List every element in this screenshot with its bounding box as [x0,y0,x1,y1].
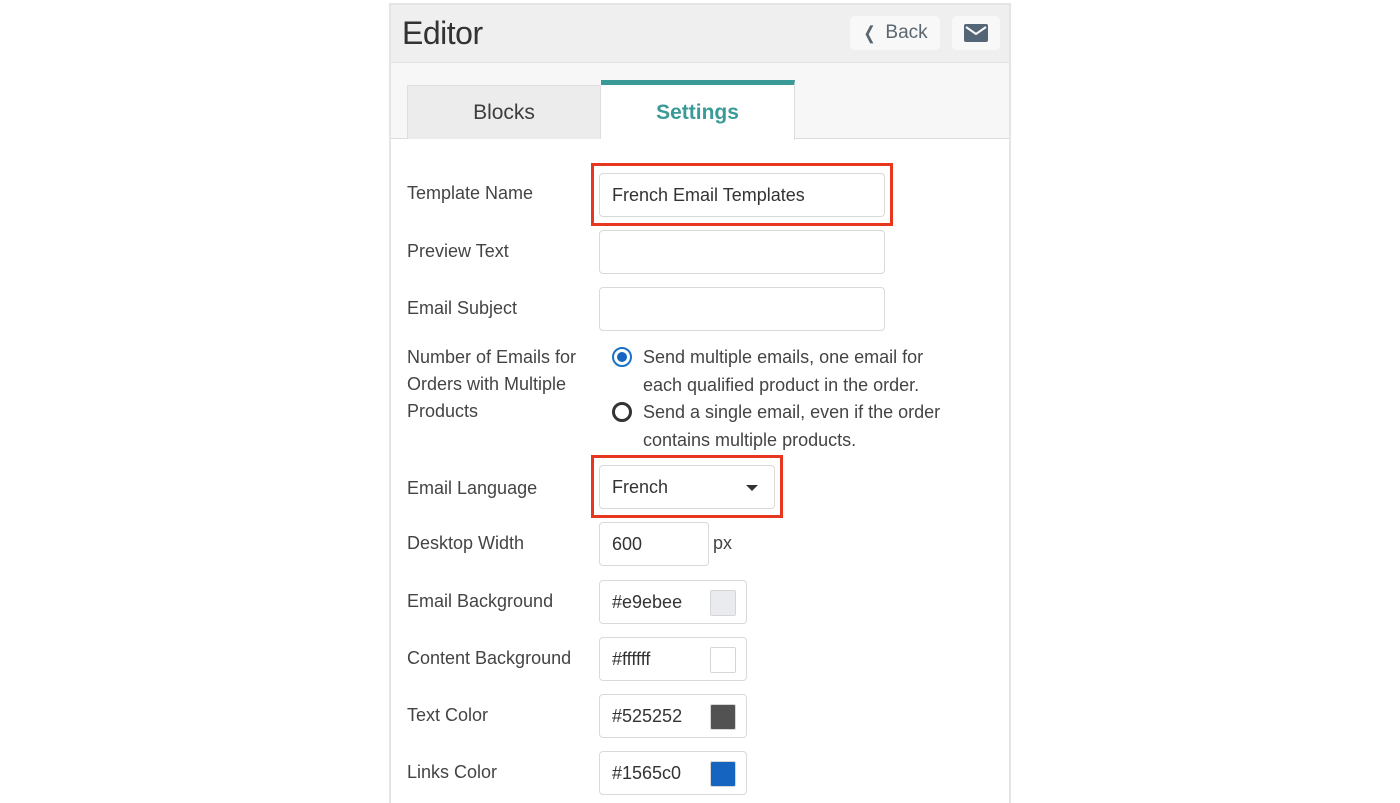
links-color-label: Links Color [407,762,498,782]
content-background-input[interactable]: #ffffff [599,637,747,681]
radio-unselected-icon[interactable] [612,402,632,422]
chevron-left-icon: ❮ [863,22,876,43]
email-button[interactable] [952,16,1000,50]
preview-text-input[interactable] [599,230,885,274]
editor-header: Editor ❮ Back [391,5,1009,63]
links-color-swatch[interactable] [710,761,736,787]
tab-blocks[interactable]: Blocks [407,85,601,139]
radio-selected-icon[interactable] [612,347,632,367]
email-language-select[interactable]: French [599,465,775,509]
radio-option-multiple[interactable]: Send multiple emails, one email for each… [611,344,983,399]
email-subject-label: Email Subject [407,298,518,318]
back-label: Back [885,22,928,43]
caret-down-icon [746,485,758,491]
email-language-label: Email Language [407,478,538,498]
desktop-width-label: Desktop Width [407,533,525,553]
page-title: Editor [402,15,483,51]
envelope-icon [964,24,988,42]
text-color-swatch[interactable] [710,704,736,730]
email-subject-input[interactable] [599,287,885,331]
desktop-width-input[interactable]: 600 [599,522,709,566]
tab-settings[interactable]: Settings [601,80,795,140]
email-background-input[interactable]: #e9ebee [599,580,747,624]
preview-text-label: Preview Text [407,241,509,261]
template-name-label: Template Name [407,183,534,203]
back-button[interactable]: ❮ Back [850,16,940,50]
emails-per-order-label: Number of Emails for Orders with Multipl… [407,347,577,421]
editor-panel: Editor ❮ Back Blocks Settings Template N… [389,3,1011,803]
text-color-input[interactable]: #525252 [599,694,747,738]
template-name-input[interactable]: French Email Templates [599,173,885,217]
email-background-label: Email Background [407,591,554,611]
content-background-label: Content Background [407,648,572,668]
links-color-input[interactable]: #1565c0 [599,751,747,795]
email-language-value: French [612,476,669,497]
desktop-width-unit: px [713,533,733,553]
tab-bar: Blocks Settings [391,63,1009,140]
email-background-swatch[interactable] [710,590,736,616]
emails-per-order-radio-group: Send multiple emails, one email for each… [611,344,983,454]
radio-option-single[interactable]: Send a single email, even if the order c… [611,399,983,454]
content-background-swatch[interactable] [710,647,736,673]
text-color-label: Text Color [407,705,489,725]
